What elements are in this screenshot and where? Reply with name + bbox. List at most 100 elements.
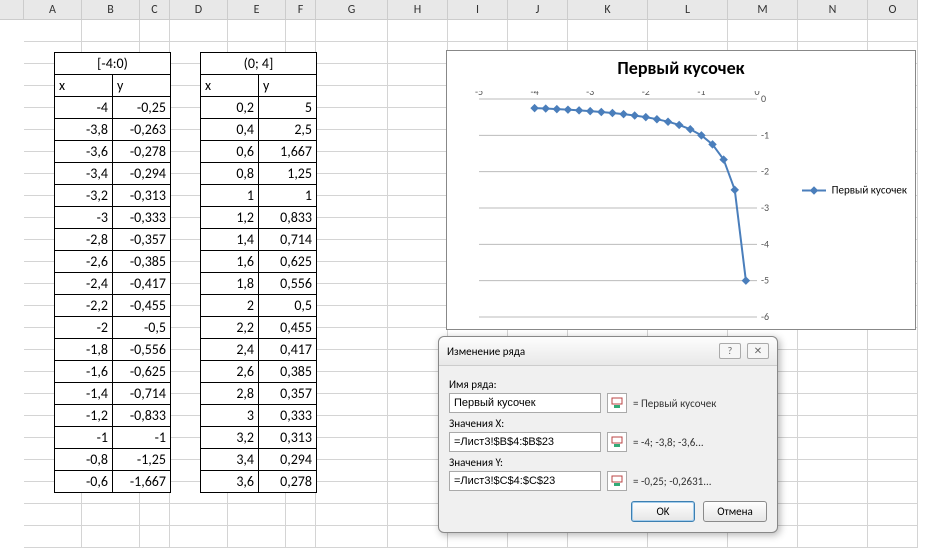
cell[interactable]: [388, 196, 448, 218]
cell-y[interactable]: -0,278: [113, 141, 171, 163]
cell[interactable]: [316, 262, 388, 284]
cell[interactable]: [868, 416, 918, 438]
cell-y[interactable]: 0,385: [259, 361, 317, 383]
cell[interactable]: [388, 240, 448, 262]
cell[interactable]: [388, 284, 448, 306]
dialog-help-button[interactable]: ?: [719, 343, 741, 359]
series-x-input[interactable]: [449, 432, 601, 452]
column-header[interactable]: O: [868, 0, 918, 20]
cell[interactable]: [140, 20, 170, 42]
cell-x[interactable]: -0,6: [55, 471, 113, 493]
cell-x[interactable]: -2: [55, 317, 113, 339]
cell-x[interactable]: 2,2: [201, 317, 259, 339]
cell[interactable]: [388, 108, 448, 130]
cell[interactable]: [24, 526, 82, 548]
cell[interactable]: [316, 438, 388, 460]
cell[interactable]: [388, 174, 448, 196]
column-header[interactable]: D: [170, 0, 228, 20]
cell[interactable]: [24, 504, 82, 526]
cell-y[interactable]: -0,313: [113, 185, 171, 207]
cell[interactable]: [388, 86, 448, 108]
column-header[interactable]: A: [24, 0, 82, 20]
cell[interactable]: [728, 20, 798, 42]
cell[interactable]: [868, 350, 918, 372]
cell[interactable]: [798, 482, 868, 504]
cell-x[interactable]: 0,2: [201, 97, 259, 119]
cell-x[interactable]: 1: [201, 185, 259, 207]
cell[interactable]: [82, 504, 140, 526]
cell[interactable]: [316, 130, 388, 152]
cell-y[interactable]: 0,357: [259, 383, 317, 405]
column-header[interactable]: K: [568, 0, 648, 20]
cell-y[interactable]: -0,556: [113, 339, 171, 361]
cell-x[interactable]: -3: [55, 207, 113, 229]
cell-y[interactable]: 0,333: [259, 405, 317, 427]
ok-button[interactable]: OK: [631, 501, 695, 522]
cell[interactable]: [286, 20, 316, 42]
cell[interactable]: [868, 504, 918, 526]
cell-x[interactable]: -4: [55, 97, 113, 119]
cell-y[interactable]: -0,357: [113, 229, 171, 251]
cell-x[interactable]: 2,8: [201, 383, 259, 405]
cell-y[interactable]: -1,25: [113, 449, 171, 471]
cell[interactable]: [798, 526, 868, 548]
cell[interactable]: [868, 526, 918, 548]
cell[interactable]: [228, 526, 286, 548]
cell-x[interactable]: 2,6: [201, 361, 259, 383]
cell[interactable]: [868, 394, 918, 416]
cell[interactable]: [170, 526, 228, 548]
select-all-corner[interactable]: [0, 0, 24, 20]
cell[interactable]: [24, 20, 82, 42]
cell-y[interactable]: 0,455: [259, 317, 317, 339]
cell[interactable]: [316, 284, 388, 306]
cell[interactable]: [316, 42, 388, 64]
cell[interactable]: [316, 350, 388, 372]
cell-x[interactable]: 1,6: [201, 251, 259, 273]
column-header[interactable]: C: [140, 0, 170, 20]
cell-x[interactable]: 3,4: [201, 449, 259, 471]
cell-y[interactable]: 0,833: [259, 207, 317, 229]
column-header[interactable]: N: [798, 0, 868, 20]
cell[interactable]: [316, 306, 388, 328]
cell-y[interactable]: 0,5: [259, 295, 317, 317]
cell[interactable]: [316, 526, 388, 548]
cell[interactable]: [868, 372, 918, 394]
cell-x[interactable]: -2,8: [55, 229, 113, 251]
cell-y[interactable]: -0,263: [113, 119, 171, 141]
cell-y[interactable]: 2,5: [259, 119, 317, 141]
column-header[interactable]: G: [316, 0, 388, 20]
cell[interactable]: [798, 438, 868, 460]
cell[interactable]: [82, 20, 140, 42]
column-header[interactable]: I: [448, 0, 508, 20]
cell[interactable]: [170, 504, 228, 526]
cell-y[interactable]: -0,385: [113, 251, 171, 273]
cell-x[interactable]: -3,8: [55, 119, 113, 141]
cell-y[interactable]: -0,833: [113, 405, 171, 427]
cell[interactable]: [228, 20, 286, 42]
cell-y[interactable]: -0,625: [113, 361, 171, 383]
cell[interactable]: [316, 394, 388, 416]
cell[interactable]: [316, 196, 388, 218]
range-picker-button[interactable]: [607, 471, 627, 491]
cell-x[interactable]: -1,8: [55, 339, 113, 361]
column-header[interactable]: H: [388, 0, 448, 20]
cell[interactable]: [388, 20, 448, 42]
cell[interactable]: [316, 108, 388, 130]
column-header[interactable]: J: [508, 0, 568, 20]
cell[interactable]: [140, 526, 170, 548]
cell-x[interactable]: -0,8: [55, 449, 113, 471]
cell[interactable]: [868, 482, 918, 504]
column-header[interactable]: M: [728, 0, 798, 20]
cell[interactable]: [140, 504, 170, 526]
cell-x[interactable]: 2: [201, 295, 259, 317]
cell[interactable]: [798, 20, 868, 42]
cell[interactable]: [868, 438, 918, 460]
dialog-titlebar[interactable]: Изменение ряда ? ✕: [439, 337, 777, 366]
dialog-close-button[interactable]: ✕: [747, 343, 769, 359]
cell-x[interactable]: -1: [55, 427, 113, 449]
chart-object[interactable]: Первый кусочек 0-1-2-3-4-5-6-5-4-3-2-10 …: [446, 50, 916, 330]
cell[interactable]: [388, 152, 448, 174]
cell-x[interactable]: -2,2: [55, 295, 113, 317]
cell[interactable]: [798, 460, 868, 482]
cell-y[interactable]: -0,333: [113, 207, 171, 229]
